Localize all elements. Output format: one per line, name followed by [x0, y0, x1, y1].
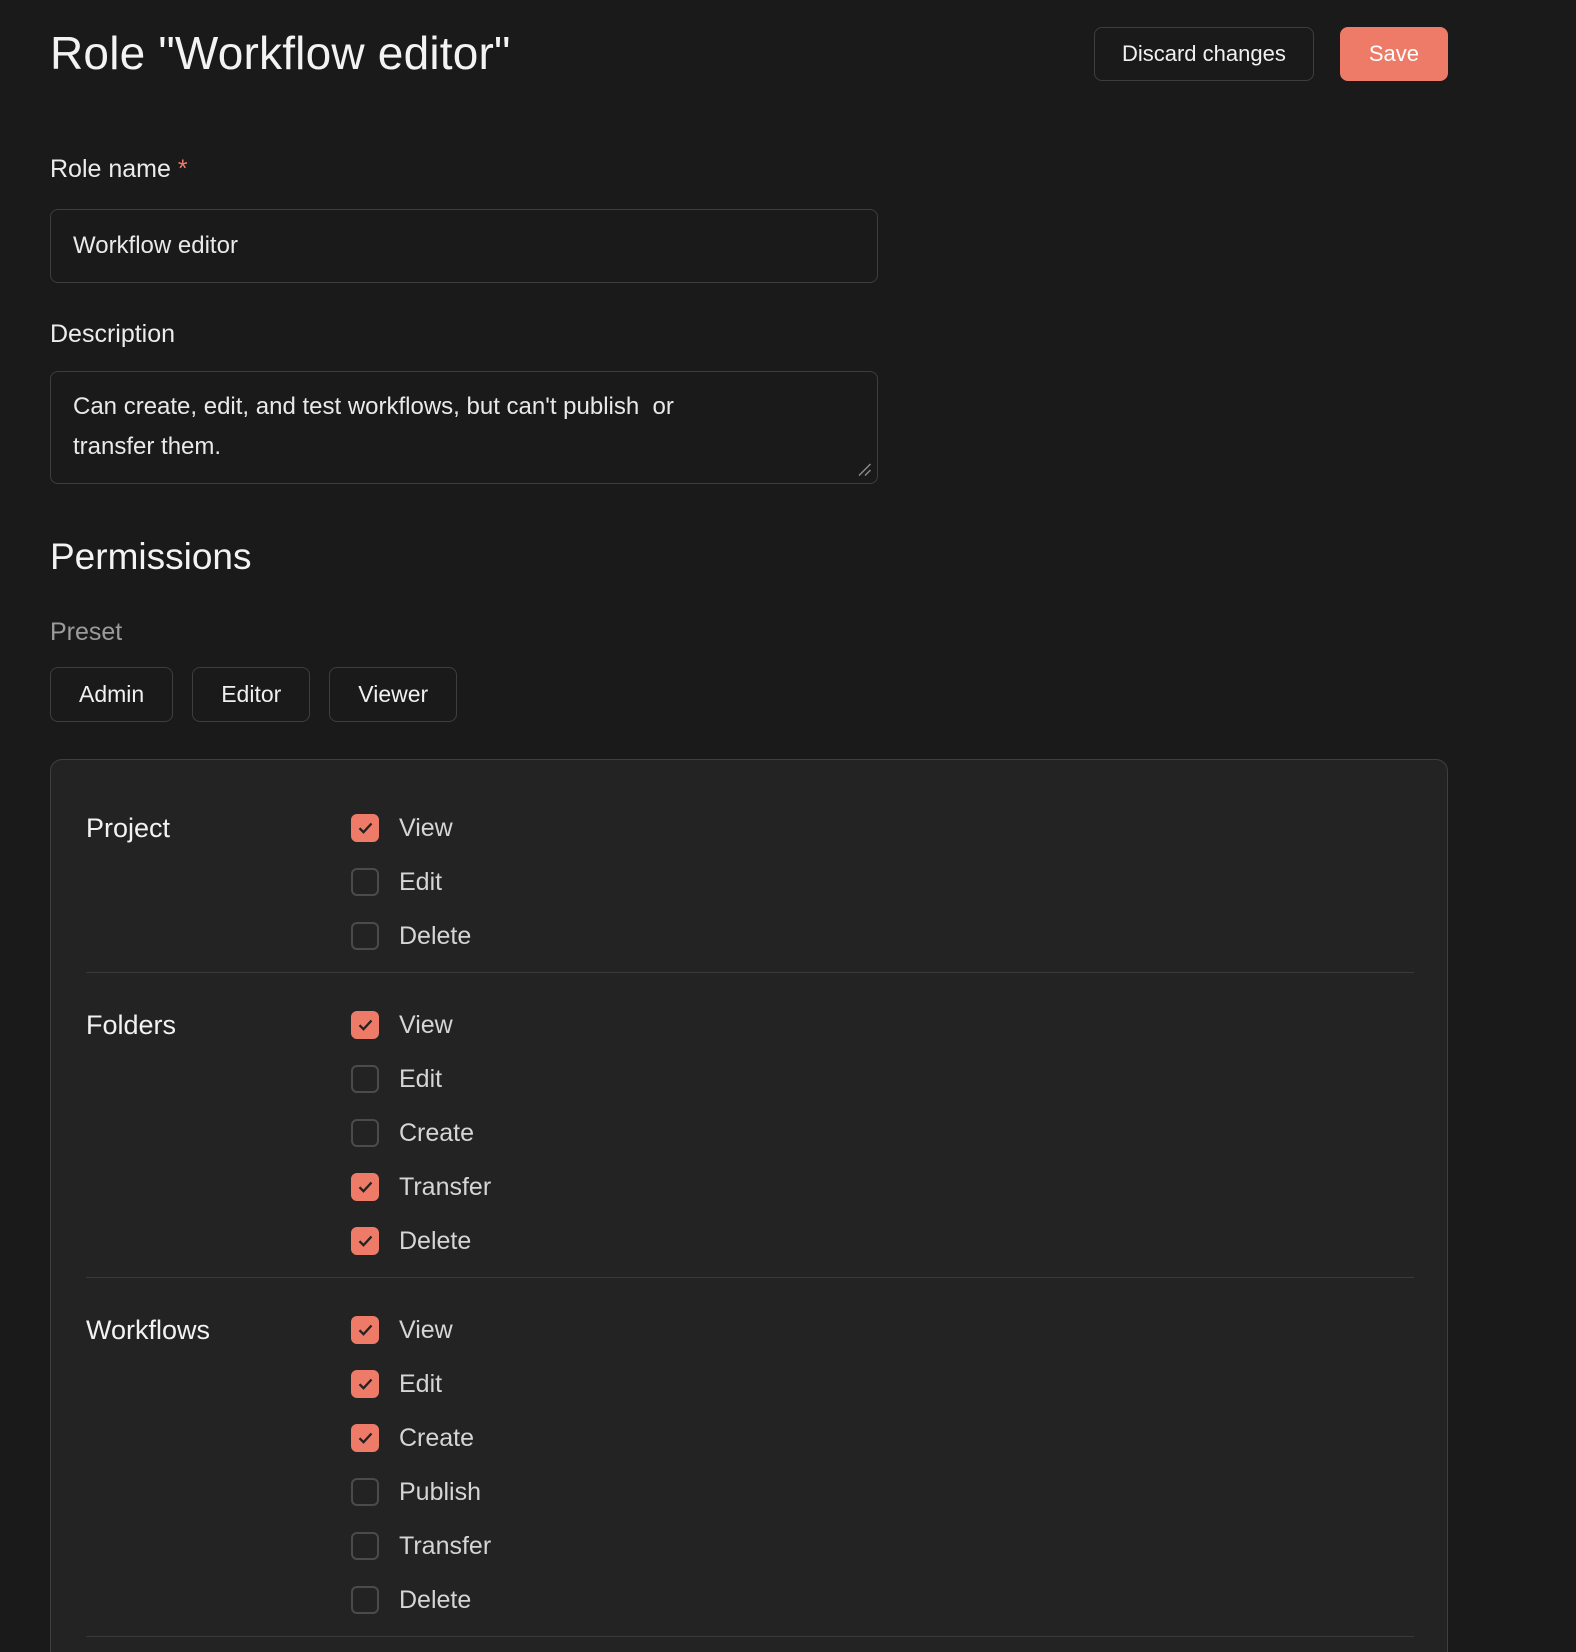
permission-row: Delete	[351, 909, 1414, 963]
required-marker: *	[178, 155, 188, 183]
page: Role "Workflow editor" Discard changes S…	[0, 0, 1576, 1652]
permission-rows: View Edit Create	[351, 1303, 1414, 1627]
permission-label: Transfer	[399, 1532, 491, 1561]
permission-label: Create	[399, 1424, 474, 1453]
checkbox-folders-create[interactable]	[351, 1119, 379, 1147]
permission-group-label: Folders	[86, 998, 351, 1268]
checkmark-icon	[357, 1234, 374, 1248]
permission-row: Publish	[351, 1465, 1414, 1519]
checkbox-workflows-view[interactable]	[351, 1316, 379, 1344]
permission-label: Delete	[399, 1586, 471, 1615]
resize-handle-icon[interactable]	[856, 461, 872, 477]
checkbox-project-delete[interactable]	[351, 922, 379, 950]
description-textarea[interactable]: Can create, edit, and test workflows, bu…	[50, 371, 878, 484]
checkmark-icon	[357, 1431, 374, 1445]
permission-label: Edit	[399, 1065, 442, 1094]
preset-admin-button[interactable]: Admin	[50, 667, 173, 722]
checkmark-icon	[357, 1018, 374, 1032]
description-label: Description	[50, 320, 1448, 349]
checkbox-workflows-edit[interactable]	[351, 1370, 379, 1398]
checkbox-folders-delete[interactable]	[351, 1227, 379, 1255]
permission-label: Create	[399, 1119, 474, 1148]
preset-viewer-button[interactable]: Viewer	[329, 667, 457, 722]
header-actions: Discard changes Save	[1094, 26, 1448, 81]
checkbox-workflows-publish[interactable]	[351, 1478, 379, 1506]
preset-label: Preset	[50, 617, 1448, 647]
permission-row: Edit	[351, 1357, 1414, 1411]
role-name-label-text: Role name	[50, 155, 171, 183]
permission-row: View	[351, 1303, 1414, 1357]
permission-group-workflows: Workflows View Edit	[86, 1278, 1414, 1637]
permission-group-label: Project	[86, 801, 351, 963]
preset-buttons: Admin Editor Viewer	[50, 667, 1448, 722]
preset-editor-button[interactable]: Editor	[192, 667, 310, 722]
checkbox-workflows-create[interactable]	[351, 1424, 379, 1452]
permission-label: Delete	[399, 922, 471, 951]
checkmark-icon	[357, 1377, 374, 1391]
permission-row: Delete	[351, 1214, 1414, 1268]
permission-row: Transfer	[351, 1519, 1414, 1573]
permission-label: Transfer	[399, 1173, 491, 1202]
role-name-input[interactable]	[50, 209, 878, 283]
permission-label: View	[399, 814, 453, 843]
permission-row: Edit	[351, 1052, 1414, 1106]
checkbox-folders-transfer[interactable]	[351, 1173, 379, 1201]
checkbox-project-edit[interactable]	[351, 868, 379, 896]
permission-label: View	[399, 1316, 453, 1345]
permission-rows: View Edit Delete	[351, 801, 1414, 963]
permission-row: Delete	[351, 1573, 1414, 1627]
permission-label: Publish	[399, 1478, 481, 1507]
discard-changes-button[interactable]: Discard changes	[1094, 27, 1314, 81]
role-name-label: Role name *	[50, 155, 1448, 184]
checkmark-icon	[357, 1323, 374, 1337]
page-title: Role "Workflow editor"	[50, 26, 511, 80]
page-header: Role "Workflow editor" Discard changes S…	[50, 26, 1448, 81]
checkbox-workflows-transfer[interactable]	[351, 1532, 379, 1560]
checkbox-workflows-delete[interactable]	[351, 1586, 379, 1614]
permission-row: View	[351, 998, 1414, 1052]
permission-label: Edit	[399, 1370, 442, 1399]
description-field: Can create, edit, and test workflows, bu…	[50, 371, 878, 484]
permission-row: Create	[351, 1411, 1414, 1465]
permissions-heading: Permissions	[50, 536, 1448, 578]
save-button[interactable]: Save	[1340, 27, 1448, 81]
permission-group-label: Workflows	[86, 1303, 351, 1627]
permission-row: View	[351, 801, 1414, 855]
permission-row: Transfer	[351, 1160, 1414, 1214]
permissions-panel: Project View Edit	[50, 759, 1448, 1652]
checkbox-project-view[interactable]	[351, 814, 379, 842]
checkmark-icon	[357, 1180, 374, 1194]
permission-row: Edit	[351, 855, 1414, 909]
permission-label: Delete	[399, 1227, 471, 1256]
checkbox-folders-edit[interactable]	[351, 1065, 379, 1093]
permission-label: Edit	[399, 868, 442, 897]
permission-group-project: Project View Edit	[86, 776, 1414, 973]
checkmark-icon	[357, 821, 374, 835]
permission-label: View	[399, 1011, 453, 1040]
permission-row: Create	[351, 1106, 1414, 1160]
permission-group-folders: Folders View Edit	[86, 973, 1414, 1278]
permission-rows: View Edit Create	[351, 998, 1414, 1268]
checkbox-folders-view[interactable]	[351, 1011, 379, 1039]
